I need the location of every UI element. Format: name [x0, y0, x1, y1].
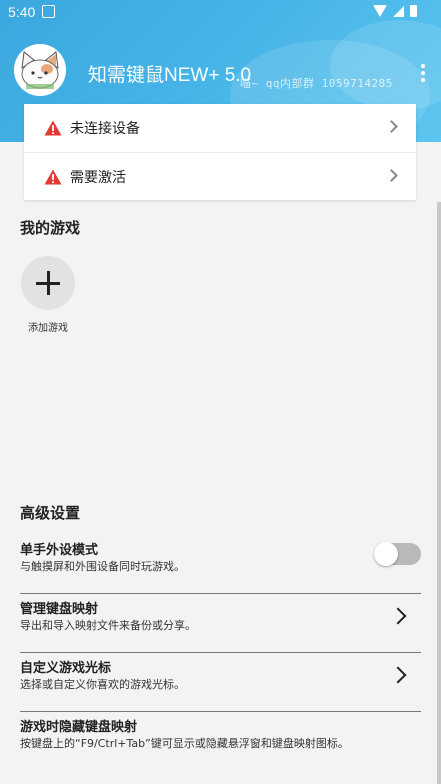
setting-one-hand-mode[interactable]: 单手外设模式 与触摸屏和外围设备同时玩游戏。: [20, 535, 421, 594]
setting-description: 与触摸屏和外围设备同时玩游戏。: [20, 560, 185, 573]
device-status-card: 未连接设备 需要激活: [24, 104, 416, 200]
overflow-menu-icon[interactable]: [419, 64, 427, 82]
add-game-button[interactable]: [21, 256, 75, 310]
status-item-activation[interactable]: 需要激活: [24, 152, 416, 200]
cat-logo-icon: [14, 44, 66, 96]
chevron-right-icon: [385, 120, 398, 133]
scrollbar[interactable]: [437, 202, 441, 784]
setting-description: 按键盘上的“F9/Ctrl+Tab”键可显示或隐藏悬浮窗和键盘映射图标。: [20, 737, 349, 750]
status-item-label: 未连接设备: [70, 121, 140, 137]
status-item-label: 需要激活: [70, 169, 126, 186]
one-hand-mode-toggle[interactable]: [374, 542, 421, 566]
avatar[interactable]: [14, 44, 66, 96]
signal-icon: [393, 5, 404, 17]
watermark-text: 喵~ qq内部群 1059714285: [240, 77, 393, 90]
status-bar: 5:40: [0, 0, 441, 24]
app-title: 知需键鼠NEW+ 5.0: [88, 65, 252, 86]
status-time: 5:40: [8, 4, 36, 20]
battery-icon: [410, 5, 417, 17]
advanced-settings-title: 高级设置: [20, 504, 81, 522]
setting-description: 导出和导入映射文件来备份或分享。: [20, 619, 196, 632]
setting-title: 自定义游戏光标: [20, 661, 112, 676]
status-icons: [373, 5, 417, 17]
status-item-connection[interactable]: 未连接设备: [24, 104, 416, 152]
warning-icon: [44, 120, 62, 136]
notification-icon: [42, 5, 55, 18]
my-games-title: 我的游戏: [20, 219, 81, 237]
chevron-right-icon: [389, 666, 407, 684]
setting-hide-keymap[interactable]: 游戏时隐藏键盘映射 按键盘上的“F9/Ctrl+Tab”键可显示或隐藏悬浮窗和键…: [20, 712, 421, 771]
setting-description: 选择或自定义你喜欢的游戏光标。: [20, 678, 185, 691]
toggle-knob: [374, 542, 398, 566]
chevron-right-icon: [385, 169, 398, 182]
chevron-right-icon: [389, 607, 407, 625]
add-game-label: 添加游戏: [28, 323, 68, 334]
warning-icon: [44, 169, 62, 184]
setting-title: 管理键盘映射: [20, 602, 99, 617]
setting-custom-cursor[interactable]: 自定义游戏光标 选择或自定义你喜欢的游戏光标。: [20, 653, 421, 712]
setting-title: 单手外设模式: [20, 543, 99, 558]
setting-manage-keymap[interactable]: 管理键盘映射 导出和导入映射文件来备份或分享。: [20, 594, 421, 653]
setting-title: 游戏时隐藏键盘映射: [20, 720, 138, 735]
wifi-icon: [373, 5, 387, 17]
